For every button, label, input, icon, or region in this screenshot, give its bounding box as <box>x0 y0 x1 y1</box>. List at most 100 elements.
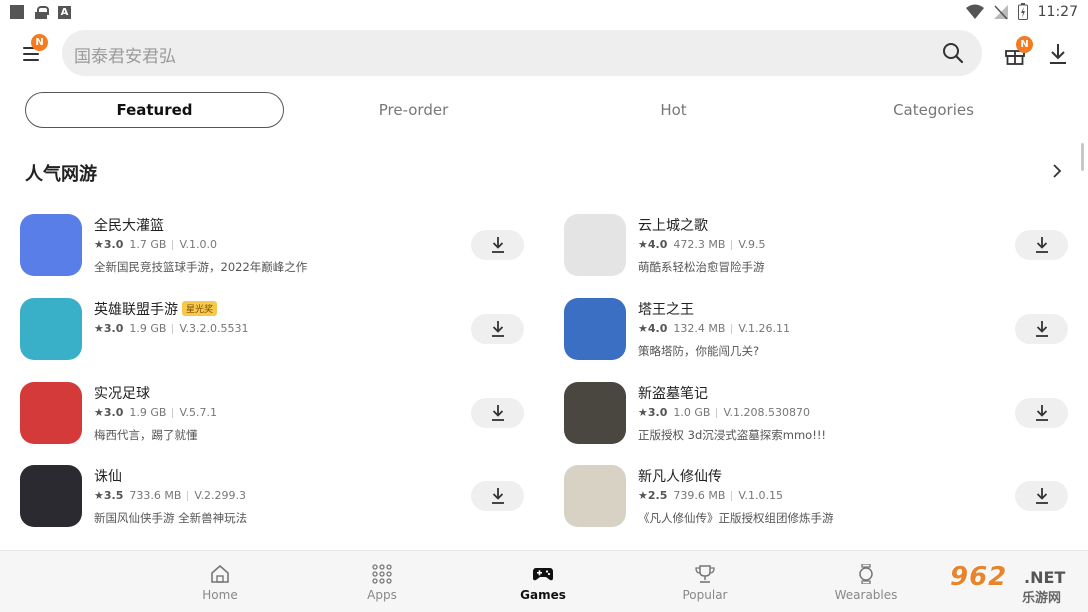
notification-square-icon <box>10 5 24 19</box>
nav-games-label: Games <box>520 588 566 602</box>
status-right-icons: 11:27 <box>965 3 1078 20</box>
scrollbar[interactable] <box>1081 143 1084 171</box>
app-size: 733.6 MB <box>129 489 182 502</box>
app-list-item[interactable]: 实况足球 ★3.0 1.9 GB V.5.7.1 梅西代言，踢了就懂 <box>20 382 540 452</box>
nav-games[interactable]: Games <box>483 551 603 612</box>
app-rating: 4.0 <box>647 238 668 251</box>
app-meta: ★3.0 1.7 GB V.1.0.0 <box>94 238 217 251</box>
download-icon <box>1035 237 1048 253</box>
app-description: 全新国民竞技篮球手游，2022年巅峰之作 <box>94 260 308 274</box>
download-icon <box>1035 321 1048 337</box>
gift-badge: N <box>1016 36 1033 53</box>
chevron-right-icon[interactable] <box>1050 163 1064 179</box>
status-bar: A 11:27 <box>0 0 1088 24</box>
nav-wearables[interactable]: Wearables <box>806 551 926 612</box>
app-size: 1.7 GB <box>129 238 167 251</box>
star-icon: ★ <box>94 322 104 335</box>
app-description: 策略塔防，你能闯几关? <box>638 344 760 358</box>
basketball-game-icon[interactable] <box>20 214 82 276</box>
app-name: 英雄联盟手游 星光奖 <box>94 299 218 319</box>
bottom-nav: Home Apps Games Popular Wearables <box>0 550 1088 612</box>
zhuxian-game-icon[interactable] <box>20 465 82 527</box>
app-version: V.2.299.3 <box>194 489 246 502</box>
download-button[interactable] <box>1015 314 1068 344</box>
download-button[interactable] <box>471 314 524 344</box>
app-list-item[interactable]: 新凡人修仙传 ★2.5 739.6 MB V.1.0.15 《凡人修仙传》正版授权组团修… <box>564 465 1084 535</box>
divider <box>731 490 733 501</box>
app-rating: 3.5 <box>103 489 124 502</box>
app-meta: ★3.0 1.9 GB V.3.2.0.5531 <box>94 322 249 335</box>
app-list-item[interactable]: 塔王之王 ★4.0 132.4 MB V.1.26.11 策略塔防，你能闯几关? <box>564 298 1084 368</box>
download-icon <box>491 237 504 253</box>
app-list-item[interactable]: 诛仙 ★3.5 733.6 MB V.2.299.3 新国风仙侠手游 全新兽神玩法 <box>20 465 540 535</box>
app-list-item[interactable]: 英雄联盟手游 星光奖 ★3.0 1.9 GB V.3.2.0.5531 <box>20 298 540 368</box>
search-placeholder: 国泰君安君弘 <box>74 47 176 67</box>
tab-categories[interactable]: Categories <box>804 92 1063 128</box>
gamepad-icon <box>533 568 553 581</box>
nav-home[interactable]: Home <box>160 551 280 612</box>
nav-popular[interactable]: Popular <box>645 551 765 612</box>
app-size: 132.4 MB <box>673 322 726 335</box>
tab-featured[interactable]: Featured <box>25 92 284 128</box>
downloads-button[interactable] <box>1046 40 1070 66</box>
app-description: 正版授权 3d沉浸式盗墓探索mmo!!! <box>638 428 827 442</box>
award-badge: 星光奖 <box>182 301 218 316</box>
app-size: 1.9 GB <box>129 322 167 335</box>
app-meta: ★3.0 1.9 GB V.5.7.1 <box>94 406 217 419</box>
download-button[interactable] <box>1015 230 1068 260</box>
app-rating: 3.0 <box>103 238 124 251</box>
tab-hot[interactable]: Hot <box>544 92 803 128</box>
app-name: 诛仙 <box>94 469 122 485</box>
app-meta: ★3.0 1.0 GB V.1.208.530870 <box>638 406 810 419</box>
search-icon[interactable] <box>942 42 964 64</box>
apps-grid-icon <box>372 564 392 584</box>
search-bar[interactable]: 国泰君安君弘 <box>62 30 982 76</box>
battery-icon <box>1017 3 1028 20</box>
watch-icon <box>859 564 873 584</box>
divider <box>172 323 174 334</box>
tower-game-icon[interactable] <box>564 298 626 360</box>
download-button[interactable] <box>471 230 524 260</box>
download-button[interactable] <box>471 398 524 428</box>
tomb-game-icon[interactable] <box>564 382 626 444</box>
app-list-item[interactable]: 全民大灌篮 ★3.0 1.7 GB V.1.0.0 全新国民竞技篮球手游，2022年巅峰… <box>20 214 540 284</box>
wifi-icon <box>965 4 984 19</box>
divider <box>731 323 733 334</box>
status-left-icons: A <box>10 5 71 19</box>
nav-apps[interactable]: Apps <box>322 551 442 612</box>
gift-button[interactable]: N <box>1004 36 1033 66</box>
star-icon: ★ <box>638 322 648 335</box>
app-version: V.9.5 <box>738 238 766 251</box>
divider <box>187 490 189 501</box>
app-meta: ★4.0 132.4 MB V.1.26.11 <box>638 322 790 335</box>
app-size: 1.9 GB <box>129 406 167 419</box>
download-button[interactable] <box>1015 398 1068 428</box>
menu-button[interactable]: N <box>20 34 48 64</box>
app-description: 梅西代言，踢了就懂 <box>94 428 198 442</box>
download-icon <box>1035 405 1048 421</box>
lock-icon <box>35 5 49 19</box>
efootball-game-icon[interactable] <box>20 382 82 444</box>
divider <box>172 239 174 250</box>
divider <box>172 407 174 418</box>
star-icon: ★ <box>638 238 648 251</box>
download-button[interactable] <box>471 481 524 511</box>
placeholder-icon[interactable] <box>564 214 626 276</box>
download-button[interactable] <box>1015 481 1068 511</box>
app-rating: 3.0 <box>647 406 668 419</box>
app-name: 塔王之王 <box>638 302 694 318</box>
watermark: 962 .NET 乐游网 <box>948 560 1084 608</box>
app-version: V.1.0.15 <box>738 489 783 502</box>
app-list-item[interactable]: 新盗墓笔记 ★3.0 1.0 GB V.1.208.530870 正版授权 3d沉浸式盗… <box>564 382 1084 452</box>
lol-game-icon[interactable] <box>20 298 82 360</box>
app-description: 萌酷系轻松治愈冒险手游 <box>638 260 765 274</box>
home-icon <box>211 564 229 583</box>
app-description: 新国风仙侠手游 全新兽神玩法 <box>94 511 248 525</box>
a-letter-icon: A <box>58 5 71 19</box>
app-list-item[interactable]: 云上城之歌 ★4.0 472.3 MB V.9.5 萌酷系轻松治愈冒险手游 <box>564 214 1084 284</box>
app-size: 739.6 MB <box>673 489 726 502</box>
divider <box>716 407 718 418</box>
fanren-game-icon[interactable] <box>564 465 626 527</box>
nav-home-label: Home <box>202 588 238 602</box>
tab-pre-order[interactable]: Pre-order <box>284 92 543 128</box>
